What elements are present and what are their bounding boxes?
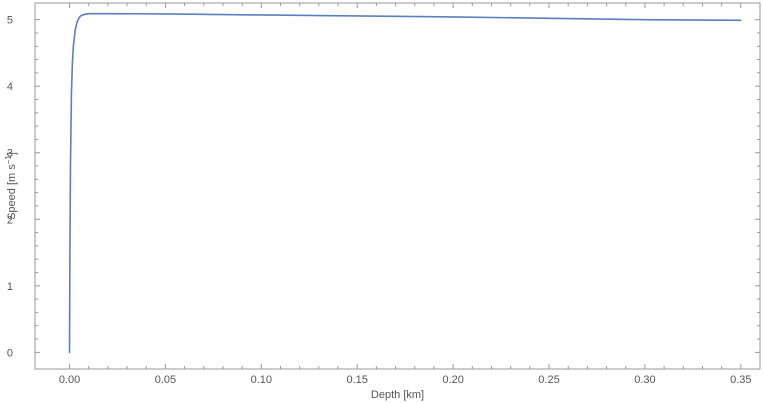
series-layer xyxy=(68,12,742,354)
y-tick-label: 0 xyxy=(7,347,13,359)
x-tick-label: 0.00 xyxy=(59,374,80,386)
x-axis-title: Depth [km] xyxy=(371,389,424,401)
x-tick-label: 0.25 xyxy=(538,374,559,386)
x-tick-label: 0.30 xyxy=(634,374,655,386)
plot-frame xyxy=(34,2,761,370)
y-tick-label: 1 xyxy=(7,281,13,293)
y-axis-title-prefix: Speed [m s xyxy=(6,164,18,220)
x-tick-labels: 0.00 0.05 0.10 0.15 0.20 0.25 0.30 0.35 xyxy=(59,374,752,386)
plot-frame-rect xyxy=(34,2,761,370)
x-tick-label: 0.10 xyxy=(251,374,272,386)
y-axis-title: Speed [m s−1] xyxy=(4,152,18,220)
y-tick-label: 4 xyxy=(7,81,13,93)
axis-ticks xyxy=(35,3,760,369)
chart-svg: 0.00 0.05 0.10 0.15 0.20 0.25 0.30 0.35 012345 … xyxy=(4,2,761,401)
y-tick-label: 5 xyxy=(7,15,13,27)
series-line-0 xyxy=(68,12,742,354)
x-tick-label: 0.15 xyxy=(347,374,368,386)
y-axis-title-suffix: ] xyxy=(6,152,18,155)
x-tick-label: 0.05 xyxy=(155,374,176,386)
chart: 0.00 0.05 0.10 0.15 0.20 0.25 0.30 0.35 012345 … xyxy=(0,0,763,403)
x-tick-label: 0.20 xyxy=(442,374,463,386)
x-tick-label: 0.35 xyxy=(730,374,751,386)
